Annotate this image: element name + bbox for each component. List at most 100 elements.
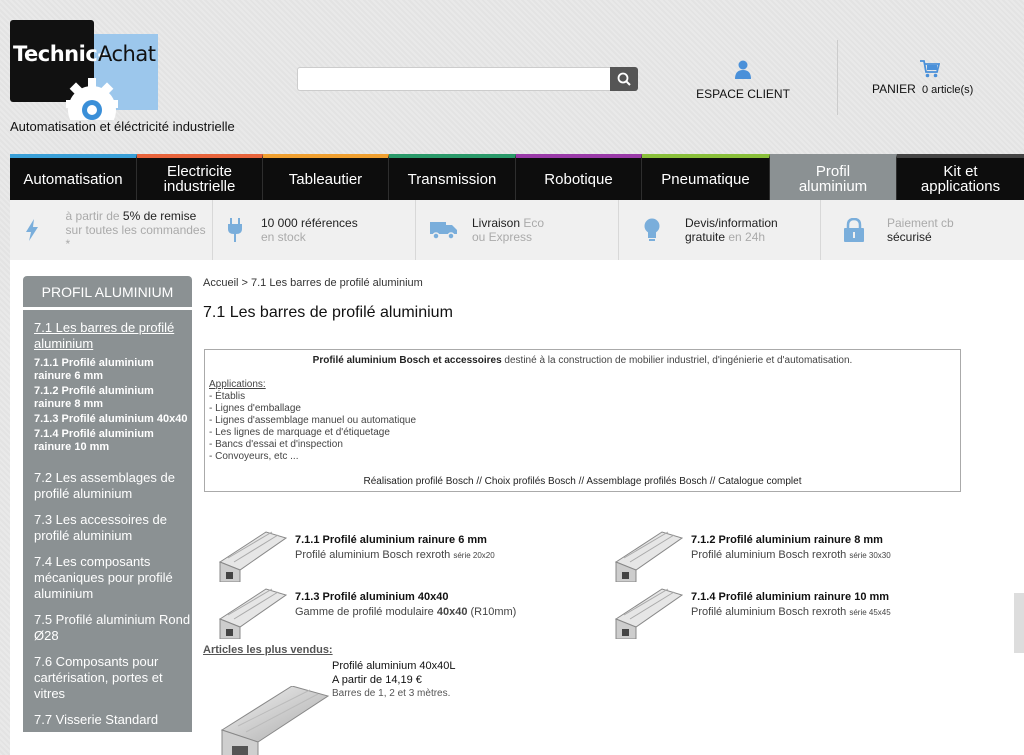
- adv-pre: à partir de: [65, 209, 123, 223]
- product-title[interactable]: 7.1.1 Profilé aluminium rainure 6 mm: [295, 534, 487, 546]
- nav-kit-applications[interactable]: Kit et applications: [897, 154, 1024, 200]
- search-bar: [297, 67, 638, 91]
- product-card-10mm[interactable]: 7.1.4 Profilé aluminium rainure 10 mm Pr…: [614, 585, 934, 639]
- description-links[interactable]: Réalisation profilé Bosch // Choix profi…: [205, 476, 960, 487]
- nav-transmission[interactable]: Transmission: [389, 154, 516, 200]
- aluminium-profile-image: [218, 588, 288, 639]
- adv-post-em: gratuite: [685, 230, 726, 244]
- adv-post: en 24h: [725, 230, 766, 244]
- sidebar-subitems: 7.1.1 Profilé aluminium rainure 6 mm 7.1…: [23, 357, 192, 454]
- profile-shape: [614, 531, 684, 571]
- sidebar-subitem[interactable]: 7.1.4 Profilé aluminium rainure 10 mm: [34, 428, 192, 454]
- cart-label: PANIER: [872, 82, 916, 96]
- product-subtitle: Profilé aluminium Bosch rexroth série 30…: [691, 549, 891, 561]
- sidebar-subitem[interactable]: 7.1.1 Profilé aluminium rainure 6 mm: [34, 357, 192, 383]
- product-title[interactable]: 7.1.4 Profilé aluminium rainure 10 mm: [691, 591, 889, 603]
- profile-shape: [622, 629, 629, 636]
- nav-label: Tableautier: [288, 170, 363, 188]
- application-item: - Les lignes de marquage et d'étiquetage: [209, 427, 390, 438]
- sidebar-title: PROFIL ALUMINIUM: [23, 276, 192, 310]
- profile-shape: [218, 531, 288, 571]
- sidebar-item-selected[interactable]: 7.1 Les barres de profilé aluminium: [34, 320, 192, 352]
- nav-automatisation[interactable]: Automatisation: [10, 154, 137, 200]
- page-title: 7.1 Les barres de profilé aluminium: [203, 304, 453, 321]
- application-item: - Convoyeurs, etc ...: [209, 451, 299, 462]
- sidebar-subitem[interactable]: 7.1.3 Profilé aluminium 40x40: [34, 413, 192, 426]
- adv-em: Devis/information: [685, 216, 778, 230]
- applications-title: Applications:: [209, 379, 266, 390]
- search-icon: [617, 72, 631, 86]
- nav-label: Automatisation: [23, 170, 123, 188]
- advantage-discount: à partir de 5% de remise sur toutes les c…: [10, 200, 213, 260]
- advantage-quote: Devis/information gratuite en 24h: [619, 200, 821, 260]
- lightning-icon: [25, 219, 38, 241]
- adv-em: 5% de remise: [122, 209, 197, 223]
- adv-post-inline: Eco: [520, 216, 545, 230]
- lightbulb-icon: [644, 218, 660, 241]
- product-sub-text: Profilé aluminium Bosch rexroth: [691, 606, 850, 618]
- nav-profil-aluminium[interactable]: Profil aluminium: [770, 154, 897, 200]
- product-title[interactable]: 7.1.3 Profilé aluminium 40x40: [295, 591, 448, 603]
- product-card-40x40[interactable]: 7.1.3 Profilé aluminium 40x40 Gamme de p…: [218, 585, 538, 639]
- product-sub-text: Profilé aluminium Bosch rexroth: [691, 549, 850, 561]
- product-card-8mm[interactable]: 7.1.2 Profilé aluminium rainure 8 mm Pro…: [614, 528, 934, 582]
- profile-shape: [218, 588, 288, 628]
- profile-shape: [614, 588, 684, 628]
- description-box: Profilé aluminium Bosch et accessoires d…: [204, 349, 961, 492]
- advantage-payment: Paiement cb sécurisé: [821, 200, 1024, 260]
- sidebar-item-accessoires[interactable]: 7.3 Les accessoires de profilé aluminium: [34, 512, 192, 544]
- product-title[interactable]: 7.1.2 Profilé aluminium rainure 8 mm: [691, 534, 883, 546]
- cart-count: 0 article(s): [922, 84, 974, 96]
- espace-client-link[interactable]: ESPACE CLIENT: [690, 60, 796, 101]
- profile-shape: [226, 572, 233, 579]
- main-navigation: Automatisation Electricite industrielle …: [10, 154, 1024, 200]
- search-button[interactable]: [610, 67, 638, 91]
- application-item: - Lignes d'emballage: [209, 403, 301, 414]
- aluminium-profile-image: [614, 531, 684, 582]
- best-seller-price: A partir de 14,19 €: [332, 674, 422, 686]
- adv-post: en stock: [261, 230, 306, 244]
- nav-label: Profil aluminium: [798, 163, 868, 195]
- nav-electricite[interactable]: Electricite industrielle: [137, 154, 263, 200]
- breadcrumb[interactable]: Accueil > 7.1 Les barres de profilé alum…: [203, 277, 423, 289]
- profile-shape: [622, 572, 629, 579]
- sidebar-item-visserie[interactable]: 7.7 Visserie Standard: [34, 712, 192, 728]
- site-logo[interactable]: Technic- Achat: [10, 20, 158, 120]
- product-card-6mm[interactable]: 7.1.1 Profilé aluminium rainure 6 mm Pro…: [218, 528, 538, 582]
- best-seller-description: Barres de 1, 2 et 3 mètres.: [332, 688, 451, 699]
- nav-label: Robotique: [544, 170, 613, 188]
- nav-pneumatique[interactable]: Pneumatique: [642, 154, 770, 200]
- best-sellers-title: Articles les plus vendus:: [203, 644, 333, 656]
- intro-rest: destiné à la construction de mobilier in…: [501, 355, 853, 366]
- adv-line2: sécurisé: [887, 230, 932, 244]
- sidebar-item-carterisation[interactable]: 7.6 Composants pour cartérisation, porte…: [34, 654, 192, 702]
- header-separator: [837, 40, 838, 115]
- user-icon: [735, 60, 751, 79]
- gear-icon: [66, 78, 118, 120]
- adv-line1: Paiement cb: [887, 216, 954, 230]
- product-sub-text: Gamme de profilé modulaire: [295, 606, 437, 618]
- logo-text-achat: Achat: [98, 42, 156, 66]
- product-series: série 20x20: [453, 551, 495, 560]
- cart-icon: [920, 60, 940, 78]
- advantage-text: Paiement cb sécurisé: [887, 216, 954, 244]
- sidebar-item-composants[interactable]: 7.4 Les composants mécaniques pour profi…: [34, 554, 192, 602]
- applications-list: Applications: - Établis - Lignes d'embal…: [209, 379, 416, 463]
- sidebar-item-rond[interactable]: 7.5 Profilé aluminium Rond Ø28: [34, 612, 192, 644]
- best-seller-title[interactable]: Profilé aluminium 40x40L: [332, 660, 456, 672]
- site-tagline: Automatisation et éléctricité industriel…: [10, 119, 235, 134]
- sidebar-subitem[interactable]: 7.1.2 Profilé aluminium rainure 8 mm: [34, 385, 192, 411]
- nav-robotique[interactable]: Robotique: [516, 154, 642, 200]
- category-sidebar: PROFIL ALUMINIUM 7.1 Les barres de profi…: [23, 276, 192, 732]
- product-subtitle: Profilé aluminium Bosch rexroth série 20…: [295, 549, 495, 561]
- sidebar-item-assemblages[interactable]: 7.2 Les assemblages de profilé aluminium: [34, 470, 192, 502]
- product-subtitle: Profilé aluminium Bosch rexroth série 45…: [691, 606, 891, 618]
- product-sub-bold: 40x40: [436, 606, 468, 618]
- advantage-text: à partir de 5% de remise sur toutes les c…: [54, 209, 212, 251]
- profile-shape: [226, 629, 233, 636]
- intro-bold: Profilé aluminium Bosch et accessoires: [312, 355, 502, 366]
- product-series: série 30x30: [849, 551, 891, 560]
- nav-tableautier[interactable]: Tableautier: [263, 154, 389, 200]
- search-input[interactable]: [297, 67, 610, 91]
- scrollbar-track[interactable]: [1014, 593, 1024, 653]
